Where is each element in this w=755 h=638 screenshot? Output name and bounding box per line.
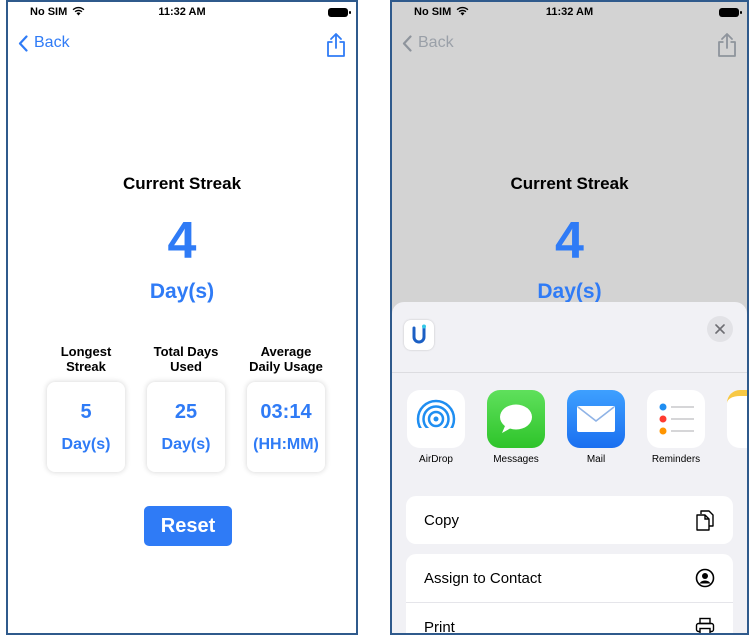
stat-label: Average Daily Usage [249, 344, 323, 374]
current-streak-title: Current Streak [510, 174, 629, 193]
stat-unit: Day(s) [61, 435, 111, 453]
action-group-copy: Copy [406, 496, 733, 544]
share-app-mail[interactable]: Mail [564, 390, 628, 465]
share-app-label: Messages [493, 454, 539, 465]
reset-button[interactable]: Reset [144, 506, 232, 546]
share-app-reminders[interactable]: Reminders [644, 390, 708, 465]
stat-average-usage: Average Daily Usage 03:14 (HH:MM) [244, 342, 328, 472]
status-time: 11:32 AM [545, 6, 594, 18]
phone-screen-share-sheet: No SIM 11:32 AM Back Current Streak 4 Da… [390, 0, 749, 635]
navigation-bar: Back [8, 32, 356, 60]
close-button[interactable] [707, 316, 733, 342]
share-button[interactable] [326, 32, 346, 63]
status-time: 11:32 AM [158, 6, 206, 18]
mail-icon [567, 390, 625, 448]
airdrop-icon [407, 390, 465, 448]
current-streak-value: 4 [167, 212, 197, 270]
share-icon [327, 33, 345, 57]
print-action[interactable]: Print [406, 602, 733, 635]
share-button[interactable] [717, 32, 737, 63]
share-app-notes[interactable] [724, 390, 747, 448]
share-icon [718, 33, 736, 57]
stat-unit: (HH:MM) [253, 435, 319, 453]
share-app-airdrop[interactable]: AirDrop [404, 390, 468, 465]
action-group-more: Assign to Contact Print [406, 554, 733, 635]
stat-value: 25 [174, 400, 198, 423]
navigation-bar: Back [392, 32, 747, 60]
stat-label: Longest Streak [60, 344, 112, 374]
status-bar: No SIM 11:32 AM [392, 2, 747, 24]
share-apps-row: AirDrop Messages Mail Reminders [404, 390, 747, 470]
stat-longest-streak: Longest Streak 5 Day(s) [44, 342, 128, 472]
current-streak-unit: Day(s) [537, 280, 602, 303]
close-icon [715, 324, 725, 334]
stat-card: 25 Day(s) [147, 382, 225, 472]
copy-icon [696, 510, 714, 531]
print-icon [695, 617, 715, 633]
share-app-label: Reminders [651, 454, 701, 465]
contact-icon [695, 568, 715, 588]
phone-screen-stats: No SIM 11:32 AM Back Current Streak 4 Da… [6, 0, 358, 635]
share-app-label: AirDrop [419, 454, 453, 465]
stat-value: 5 [80, 400, 92, 423]
battery-icon [719, 8, 742, 17]
share-app-messages[interactable]: Messages [484, 390, 548, 465]
action-label: Print [424, 618, 455, 635]
stat-unit: Day(s) [161, 435, 211, 453]
current-streak-title: Current Streak [122, 174, 242, 193]
action-label: Copy [424, 511, 460, 529]
assign-to-contact-action[interactable]: Assign to Contact [406, 554, 733, 602]
battery-icon [328, 8, 351, 17]
share-app-label: Mail [586, 454, 606, 465]
stat-card: 5 Day(s) [47, 382, 125, 472]
copy-action[interactable]: Copy [406, 496, 733, 544]
reminders-icon [647, 390, 705, 448]
status-bar: No SIM 11:32 AM [8, 2, 356, 24]
messages-icon [487, 390, 545, 448]
share-actions: Copy Assign to Contact Print [406, 496, 733, 635]
back-label: Back [34, 34, 70, 51]
current-streak-value: 4 [555, 212, 584, 270]
back-label: Back [418, 34, 454, 51]
share-sheet-header [392, 302, 747, 373]
share-sheet: AirDrop Messages Mail Reminders Copy Ass… [392, 302, 747, 633]
action-label: Assign to Contact [424, 569, 542, 587]
stat-label: Total Days Used [153, 344, 219, 374]
back-button[interactable]: Back [18, 34, 70, 52]
stat-value: 03:14 [260, 400, 312, 423]
chevron-left-icon [402, 34, 412, 52]
notes-icon [727, 390, 747, 448]
current-streak-unit: Day(s) [149, 280, 215, 303]
back-button[interactable]: Back [402, 34, 454, 52]
app-logo-icon [404, 320, 434, 350]
stat-card: 03:14 (HH:MM) [247, 382, 325, 472]
chevron-left-icon [18, 34, 28, 52]
stat-total-days: Total Days Used 25 Day(s) [144, 342, 228, 472]
